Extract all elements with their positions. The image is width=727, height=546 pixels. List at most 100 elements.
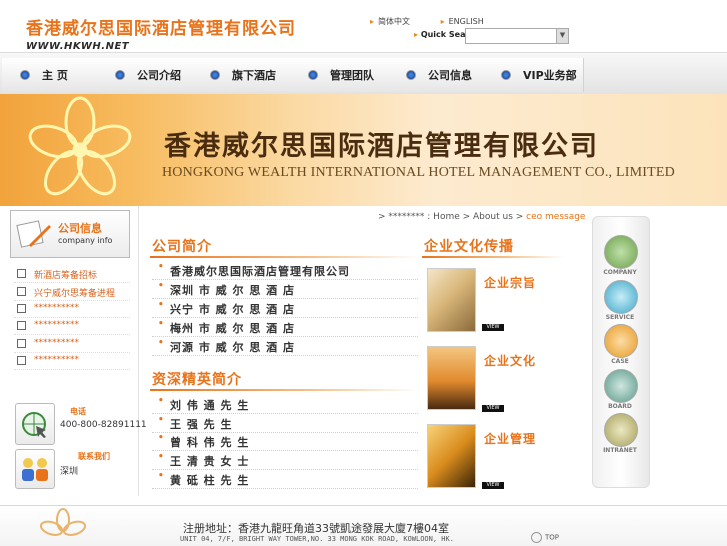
view-button[interactable]: VIEW xyxy=(482,405,504,412)
elite-list-item[interactable]: • 黄 砥 柱 先 生 xyxy=(152,470,418,489)
bullet-icon xyxy=(406,70,416,80)
board-icon-label: BOARD xyxy=(608,403,632,410)
checkbox-icon xyxy=(17,339,26,348)
nav-home[interactable]: 主 页 xyxy=(2,58,98,92)
elite-list-item[interactable]: • 曾 科 伟 先 生 xyxy=(152,432,418,451)
logo-text-cn: 香港威尔思国际酒店管理有限公司 xyxy=(26,19,296,39)
info-subtitle: company info xyxy=(58,236,113,245)
culture-thumb-building[interactable] xyxy=(427,424,476,488)
elite-list-item[interactable]: • 刘 伟 通 先 生 xyxy=(152,395,418,414)
case-icon[interactable] xyxy=(604,324,638,358)
footer-address-cn: 注册地址：香港九龍旺角道33號凱途發展大廈7樓04室 xyxy=(183,522,449,535)
culture-thumb-bridge[interactable] xyxy=(427,346,476,410)
checkbox-icon xyxy=(17,304,26,313)
section-divider xyxy=(150,389,420,391)
arrow-icon: ▸ xyxy=(440,17,445,26)
breadcrumb-about[interactable]: About us xyxy=(473,212,513,222)
elite-section-title: 资深精英简介 xyxy=(152,372,242,388)
breadcrumb-home[interactable]: Home xyxy=(433,212,460,222)
company-icon[interactable] xyxy=(604,235,638,269)
contact-city: 深圳 xyxy=(60,467,79,477)
bullet-icon: • xyxy=(158,415,165,425)
info-title: 公司信息 xyxy=(58,222,102,235)
bullet-icon: • xyxy=(158,452,165,462)
company-list-item[interactable]: • 兴宁 市 威 尔 思 酒 店 xyxy=(152,299,418,318)
left-menu-item[interactable]: 兴宁威尔思筹备进程 xyxy=(14,284,130,301)
left-menu-item[interactable]: 新酒店筹备招标 xyxy=(14,266,130,283)
elite-list-item[interactable]: • 王 强 先 生 xyxy=(152,414,418,433)
nav-team[interactable]: 管理团队 xyxy=(290,58,389,92)
company-list-item[interactable]: • 香港威尔思国际酒店管理有限公司 xyxy=(152,261,418,280)
document-pencil-icon xyxy=(16,220,51,248)
arrow-icon: ▸ xyxy=(414,30,421,39)
bullet-icon: • xyxy=(158,300,165,310)
section-divider xyxy=(150,256,420,258)
phone-number: 400-800-82891111 xyxy=(60,420,147,430)
people-icon xyxy=(22,458,48,481)
nav-company-info[interactable]: 公司信息 xyxy=(388,58,484,92)
back-to-top-button[interactable]: TOP xyxy=(531,532,559,543)
banner-title-en: HONGKONG WEALTH INTERNATIONAL HOTEL MANA… xyxy=(162,165,675,180)
section-divider xyxy=(422,256,564,258)
footer-address-en: UNIT 04, 7/F, BRIGHT WAY TOWER,NO. 33 MO… xyxy=(180,535,454,543)
culture-item-label[interactable]: 企业文化 xyxy=(484,352,536,369)
left-menu-item[interactable]: ********** xyxy=(14,318,130,335)
up-arrow-icon xyxy=(531,532,542,543)
view-button[interactable]: VIEW xyxy=(482,324,504,331)
culture-thumb-coins[interactable] xyxy=(427,268,476,332)
checkbox-icon xyxy=(17,287,26,296)
checkbox-icon xyxy=(17,356,26,365)
view-button[interactable]: VIEW xyxy=(482,482,504,489)
left-menu-item[interactable]: ********** xyxy=(14,301,130,318)
left-menu-item[interactable]: ********** xyxy=(14,353,130,370)
search-input[interactable] xyxy=(465,28,562,44)
globe-arrow-icon xyxy=(22,412,46,438)
phone-button[interactable] xyxy=(15,403,55,445)
culture-section-title: 企业文化传播 xyxy=(424,239,514,255)
checkbox-icon xyxy=(17,321,26,330)
culture-item-label[interactable]: 企业宗旨 xyxy=(484,274,536,291)
nav-vip[interactable]: VIP业务部 xyxy=(483,58,584,92)
left-menu-item[interactable]: ********** xyxy=(14,336,130,353)
phone-label: 电话 xyxy=(70,407,86,416)
intranet-icon-label: INTRANET xyxy=(603,447,637,454)
lang-en-link[interactable]: ▸ ENGLISH xyxy=(441,17,498,26)
bullet-icon xyxy=(20,70,30,80)
company-list-item[interactable]: • 深圳 市 威 尔 思 酒 店 xyxy=(152,280,418,299)
bullet-icon xyxy=(210,70,220,80)
service-icon-label: SERVICE xyxy=(605,314,635,321)
service-icon[interactable] xyxy=(604,280,638,314)
language-switcher: ▸ 简体中文 ▸ ENGLISH xyxy=(370,16,512,27)
bullet-icon xyxy=(115,70,125,80)
culture-item-label[interactable]: 企业管理 xyxy=(484,430,536,447)
company-list-item[interactable]: • 梅州 市 威 尔 思 酒 店 xyxy=(152,318,418,337)
breadcrumb-current: ceo message xyxy=(526,212,586,222)
nav-hotels[interactable]: 旗下酒店 xyxy=(192,58,291,92)
board-icon[interactable] xyxy=(604,369,638,403)
logo-url: WWW.HKWH.NET xyxy=(26,41,130,52)
arrow-icon: ▸ xyxy=(370,17,375,26)
contact-button[interactable] xyxy=(15,449,55,489)
site-logo[interactable]: 香港威尔思国际酒店管理有限公司 WWW.HKWH.NET xyxy=(26,14,296,52)
bullet-icon: • xyxy=(158,281,165,291)
bullet-icon xyxy=(308,70,318,80)
bullet-icon: • xyxy=(158,319,165,329)
intranet-icon[interactable] xyxy=(604,413,638,447)
bullet-icon: • xyxy=(158,396,165,406)
company-section-title: 公司简介 xyxy=(152,239,212,255)
checkbox-icon xyxy=(17,269,26,278)
elite-list-item[interactable]: • 王 清 贵 女 士 xyxy=(152,451,418,470)
company-icon-label: COMPANY xyxy=(603,269,637,276)
lang-cn-link[interactable]: ▸ 简体中文 xyxy=(370,16,424,27)
bullet-icon: • xyxy=(158,433,165,443)
nav-company-intro[interactable]: 公司介绍 xyxy=(97,58,193,92)
company-list-item[interactable]: • 河源 市 威 尔 思 酒 店 xyxy=(152,337,418,356)
bullet-icon: • xyxy=(158,471,165,481)
bullet-icon: • xyxy=(158,262,165,272)
banner-title-cn: 香港威尔思国际酒店管理有限公司 xyxy=(164,131,599,162)
search-dropdown-button[interactable]: ▼ xyxy=(556,28,569,44)
bullet-icon: • xyxy=(158,338,165,348)
contact-label: 联系我们 xyxy=(78,452,110,461)
breadcrumb: > ******** : Home > About us > ceo messa… xyxy=(378,212,586,222)
bullet-icon xyxy=(501,70,511,80)
